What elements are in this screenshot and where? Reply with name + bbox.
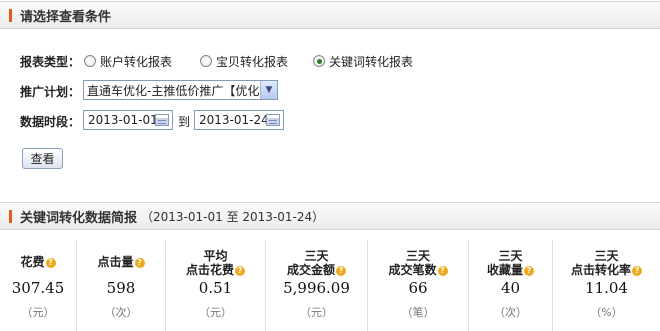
conditions-title: 请选择查看条件 — [20, 9, 112, 25]
help-icon[interactable]: ? — [45, 258, 56, 268]
stat-value: 11.04 — [585, 279, 628, 297]
start-date-value: 2013-01-01 — [88, 113, 158, 127]
help-icon[interactable]: ? — [235, 266, 245, 276]
stat-name: 三天 点击转化率? — [553, 249, 660, 277]
summary-date-range: （2013-01-01 至 2013-01-24） — [141, 209, 325, 224]
stat-unit: （次） — [104, 306, 138, 319]
stat-3day-conversion-rate: 三天 点击转化率? 11.04 （%） — [553, 240, 660, 331]
summary-title: 关键词转化数据简报 — [20, 210, 138, 226]
header-accent-bar — [9, 209, 12, 223]
radio-label: 关键词转化报表 — [329, 54, 414, 69]
date-separator: 到 — [178, 115, 191, 129]
end-date-value: 2013-01-24 — [199, 113, 269, 127]
stat-name: 三天 成交金额? — [266, 249, 367, 277]
stat-name: 点击量? — [77, 255, 165, 269]
stat-unit: （%） — [590, 306, 623, 319]
stat-clicks: 点击量? 598 （次） — [77, 240, 166, 331]
radio-keyword-report[interactable]: 关键词转化报表 — [313, 53, 413, 70]
header-accent-bar — [9, 8, 12, 22]
summary-header: 关键词转化数据简报 （2013-01-01 至 2013-01-24） — [0, 202, 660, 230]
stat-value: 307.45 — [11, 279, 65, 297]
radio-icon[interactable] — [84, 55, 96, 67]
calendar-icon[interactable] — [266, 114, 280, 126]
radio-label: 账户转化报表 — [100, 54, 173, 69]
help-icon[interactable]: ? — [336, 266, 346, 276]
help-icon[interactable]: ? — [134, 258, 145, 268]
radio-icon[interactable] — [200, 55, 212, 67]
period-label: 数据时段： — [20, 115, 81, 129]
calendar-icon[interactable] — [155, 114, 169, 126]
end-date-input[interactable]: 2013-01-24 — [194, 110, 284, 130]
stat-unit: （次） — [494, 306, 527, 319]
plan-select[interactable]: 直通车优化-主推低价推广【优化词】 ▼ — [83, 80, 278, 100]
stat-value: 5,996.09 — [283, 279, 350, 297]
plan-select-value: 直通车优化-主推低价推广【优化词】 — [87, 83, 260, 98]
help-icon[interactable]: ? — [524, 266, 534, 276]
start-date-input[interactable]: 2013-01-01 — [83, 110, 173, 130]
conditions-header: 请选择查看条件 — [0, 1, 660, 29]
view-button[interactable]: 查看 — [22, 148, 63, 169]
stat-name: 花费? — [0, 255, 76, 269]
stat-unit: （元） — [300, 306, 333, 319]
stat-avg-click-cost: 平均 点击花费? 0.51 （元） — [166, 240, 266, 331]
stat-value: 66 — [408, 279, 428, 297]
chevron-down-icon[interactable]: ▼ — [260, 81, 277, 99]
stat-value: 40 — [500, 279, 521, 297]
radio-label: 宝贝转化报表 — [216, 54, 289, 69]
stat-unit: （笔） — [401, 306, 435, 319]
report-type-label: 报表类型： — [20, 54, 81, 69]
stat-3day-gmv: 三天 成交金额? 5,996.09 （元） — [266, 240, 368, 331]
stats-panel: 花费? 307.45 （元） 点击量? 598 （次） 平均 点击花费? 0.51… — [0, 240, 660, 331]
stat-value: 598 — [106, 279, 136, 297]
radio-checked-icon[interactable] — [313, 55, 325, 67]
help-icon[interactable]: ? — [437, 266, 448, 276]
report-type-row: 报表类型： 账户转化报表 宝贝转化报表 关键词转化报表 — [0, 53, 660, 69]
help-icon[interactable]: ? — [632, 266, 642, 276]
stat-unit: （元） — [21, 306, 55, 319]
plan-row: 推广计划： 直通车优化-主推低价推广【优化词】 ▼ — [0, 80, 660, 100]
stat-cost: 花费? 307.45 （元） — [0, 240, 77, 331]
period-row: 数据时段： 2013-01-01 到 2013-01-24 — [0, 110, 660, 130]
stat-3day-orders: 三天 成交笔数? 66 （笔） — [368, 240, 469, 331]
stat-name: 平均 点击花费? — [166, 249, 265, 277]
stat-unit: （元） — [199, 306, 232, 319]
plan-label: 推广计划： — [20, 85, 81, 99]
radio-account-report[interactable]: 账户转化报表 — [84, 53, 172, 70]
stat-value: 0.51 — [198, 279, 233, 297]
stat-name: 三天 成交笔数? — [368, 249, 468, 277]
stat-name: 三天 收藏量? — [469, 249, 552, 277]
stat-3day-favorites: 三天 收藏量? 40 （次） — [469, 240, 553, 331]
radio-item-report[interactable]: 宝贝转化报表 — [200, 53, 288, 70]
